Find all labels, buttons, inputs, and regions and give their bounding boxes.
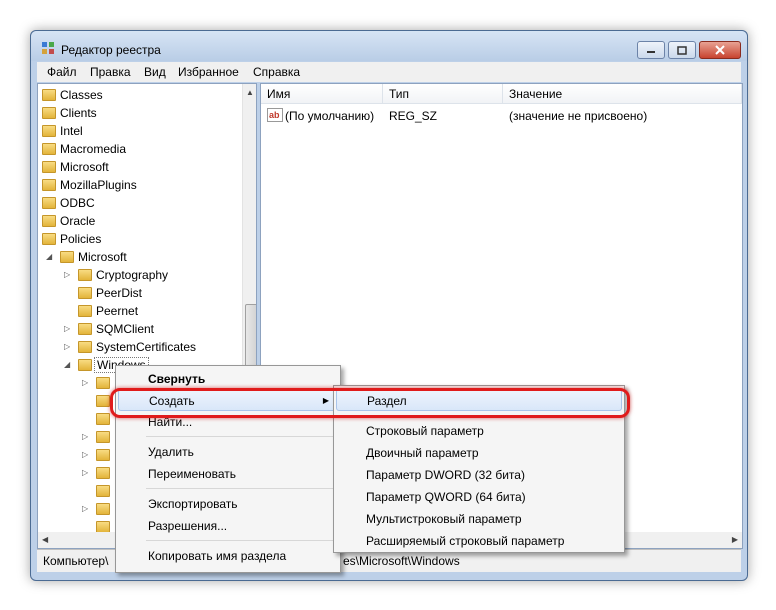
window-title: Редактор реестра [61, 43, 161, 57]
folder-icon [96, 485, 110, 497]
folder-icon [96, 395, 110, 407]
status-path-end: es\Microsoft\Windows [343, 554, 460, 568]
svg-text:ab: ab [269, 110, 280, 120]
status-path-start: Компьютер\ [43, 554, 109, 568]
expand-arrow-icon[interactable]: ▷ [82, 374, 88, 392]
submenu-item-multistring[interactable]: Мультистроковый параметр [336, 508, 622, 530]
scroll-left-arrow-icon[interactable]: ◀ [42, 535, 48, 544]
folder-icon [78, 323, 92, 335]
scroll-up-arrow-icon[interactable]: ▲ [246, 88, 254, 97]
submenu-item-qword[interactable]: Параметр QWORD (64 бита) [336, 486, 622, 508]
minimize-icon [647, 51, 655, 53]
submenu-item-dword[interactable]: Параметр DWORD (32 бита) [336, 464, 622, 486]
folder-icon [96, 503, 110, 515]
close-icon [715, 45, 725, 55]
folder-icon [96, 413, 110, 425]
value-type: REG_SZ [389, 109, 438, 123]
menu-item-collapse[interactable]: Свернуть [118, 368, 338, 390]
folder-icon [78, 269, 92, 281]
expand-arrow-icon[interactable]: ▷ [82, 500, 88, 518]
folder-icon [78, 287, 92, 299]
menu-item-rename[interactable]: Переименовать [118, 463, 338, 485]
menu-item-export[interactable]: Экспортировать [118, 493, 338, 515]
folder-icon [42, 125, 56, 137]
folder-icon [78, 359, 92, 371]
folder-icon [42, 179, 56, 191]
column-header-name[interactable]: Имя [261, 84, 383, 104]
value-name: (По умолчанию) [285, 109, 375, 123]
folder-icon [78, 305, 92, 317]
menu-item-copy-key-name[interactable]: Копировать имя раздела [118, 545, 338, 567]
folder-icon [42, 197, 56, 209]
folder-icon [96, 449, 110, 461]
close-button[interactable] [699, 41, 741, 59]
submenu-item-string[interactable]: Строковый параметр [336, 420, 622, 442]
folder-icon [96, 431, 110, 443]
collapse-arrow-icon[interactable]: ◢ [46, 248, 52, 266]
expand-arrow-icon[interactable]: ▷ [64, 320, 70, 338]
menu-favorites[interactable]: Избранное [178, 65, 239, 79]
expand-arrow-icon[interactable]: ▷ [64, 266, 70, 284]
folder-icon [42, 107, 56, 119]
menu-file[interactable]: Файл [47, 65, 77, 79]
list-row[interactable]: ab (По умолчанию) REG_SZ (значение не пр… [261, 106, 742, 126]
column-header-type[interactable]: Тип [383, 84, 503, 104]
expand-arrow-icon[interactable]: ▷ [82, 464, 88, 482]
folder-icon [42, 143, 56, 155]
string-value-icon: ab [267, 108, 283, 122]
folder-icon [42, 215, 56, 227]
maximize-icon [677, 45, 687, 55]
folder-icon [42, 161, 56, 173]
collapse-arrow-icon[interactable]: ◢ [64, 356, 70, 374]
minimize-button[interactable] [637, 41, 665, 59]
highlight-annotation [110, 388, 630, 418]
submenu-item-binary[interactable]: Двоичный параметр [336, 442, 622, 464]
menu-item-delete[interactable]: Удалить [118, 441, 338, 463]
menu-edit[interactable]: Правка [90, 65, 131, 79]
menu-bar: Файл Правка Вид Избранное Справка [37, 62, 741, 82]
submenu-item-expandstring[interactable]: Расширяемый строковый параметр [336, 530, 622, 552]
title-bar[interactable]: Редактор реестра [31, 31, 747, 61]
folder-icon [42, 233, 56, 245]
registry-editor-icon [42, 42, 54, 54]
folder-icon [42, 89, 56, 101]
menu-separator [146, 540, 336, 541]
folder-icon [96, 467, 110, 479]
scroll-right-arrow-icon[interactable]: ▶ [732, 535, 738, 544]
menu-separator [146, 436, 336, 437]
expand-arrow-icon[interactable]: ▷ [82, 428, 88, 446]
menu-item-permissions[interactable]: Разрешения... [118, 515, 338, 537]
expand-arrow-icon[interactable]: ▷ [64, 338, 70, 356]
maximize-button[interactable] [668, 41, 696, 59]
menu-help[interactable]: Справка [253, 65, 300, 79]
menu-view[interactable]: Вид [144, 65, 166, 79]
folder-icon [78, 341, 92, 353]
folder-icon [96, 377, 110, 389]
expand-arrow-icon[interactable]: ▷ [82, 446, 88, 464]
menu-separator [146, 488, 336, 489]
folder-icon [60, 251, 74, 263]
value-data: (значение не присвоено) [509, 109, 648, 123]
column-header-value[interactable]: Значение [503, 84, 742, 104]
